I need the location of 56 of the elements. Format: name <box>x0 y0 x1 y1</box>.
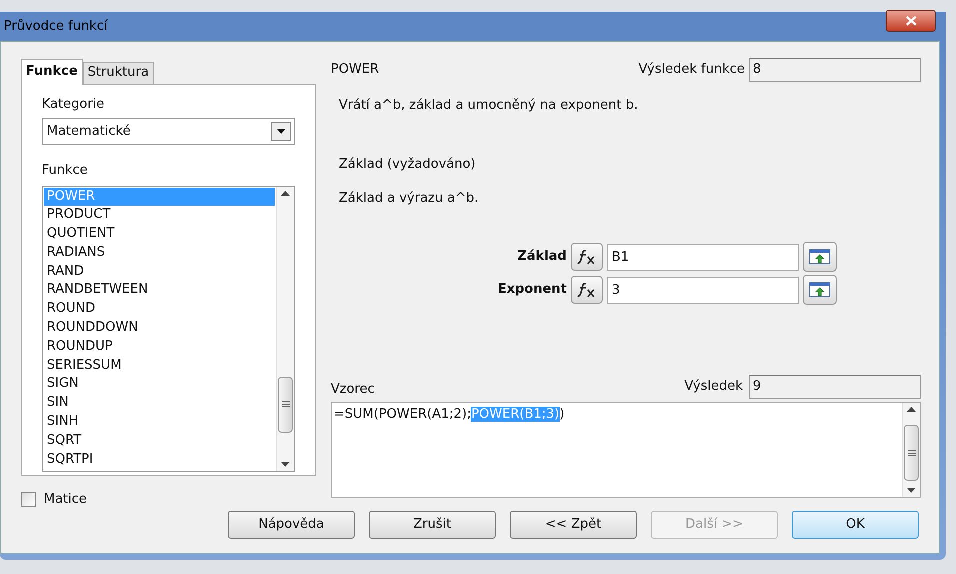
function-name: POWER <box>331 60 380 79</box>
function-wizard-button[interactable] <box>571 276 603 304</box>
close-icon <box>906 16 916 26</box>
result-label: Výsledek <box>684 378 743 396</box>
function-result-field: 8 <box>749 58 921 82</box>
scrollbar[interactable] <box>902 403 920 497</box>
dialog-button[interactable]: OK <box>792 511 919 539</box>
fx-icon <box>577 282 597 298</box>
function-item[interactable]: QUOTIENT <box>44 225 275 244</box>
dialog-button[interactable]: Zrušit <box>369 511 496 539</box>
fx-icon <box>577 249 597 265</box>
scroll-thumb[interactable] <box>904 425 919 481</box>
function-item[interactable]: SIGN <box>44 375 275 394</box>
scrollbar[interactable] <box>276 186 294 470</box>
shrink-button[interactable] <box>803 275 837 305</box>
scroll-up-icon[interactable] <box>907 407 916 412</box>
formula-label: Vzorec <box>331 380 375 398</box>
function-description: Vrátí a^b, základ a umocněný na exponent b. <box>339 96 640 114</box>
argument-title: Základ (vyžadováno) <box>339 156 477 174</box>
tab[interactable]: Struktura <box>82 62 154 84</box>
argument-label: Základ <box>516 248 567 266</box>
close-button[interactable] <box>886 10 936 32</box>
scroll-down-icon[interactable] <box>281 462 290 466</box>
argument-label: Exponent <box>496 281 567 300</box>
result-field: 9 <box>749 375 921 399</box>
function-item[interactable]: RADIANS <box>44 244 275 263</box>
argument-field[interactable]: 3 <box>607 276 799 304</box>
category-label: Kategorie <box>42 96 106 114</box>
function-item[interactable]: ROUNDUP <box>44 338 275 357</box>
function-result-label: Výsledek funkce <box>638 60 745 79</box>
function-item[interactable]: ROUNDDOWN <box>44 319 275 338</box>
function-item[interactable]: SERIESSUM <box>44 356 275 376</box>
window-title: Průvodce funkcí <box>4 18 108 36</box>
function-wizard-button[interactable] <box>571 243 603 271</box>
formula-field[interactable]: =SUM(POWER(A1;2);POWER(B1;3)) <box>331 402 921 498</box>
dialog-button[interactable]: << Zpět <box>510 511 637 539</box>
function-item[interactable]: SQRTPI <box>44 450 275 470</box>
function-item[interactable]: ROUND <box>44 300 275 320</box>
function-item[interactable]: PRODUCT <box>44 206 275 226</box>
function-item[interactable]: RANDBETWEEN <box>44 281 275 300</box>
tab[interactable]: Funkce <box>21 58 83 84</box>
shrink-button[interactable] <box>803 242 837 272</box>
function-item[interactable]: RAND <box>44 262 275 282</box>
functions-label: Funkce <box>42 162 89 180</box>
argument-description: Základ a výrazu a^b. <box>339 190 480 208</box>
function-item[interactable]: SINH <box>44 413 275 432</box>
function-item[interactable]: SIN <box>44 394 275 414</box>
dialog-button[interactable]: Nápověda <box>228 511 355 539</box>
argument-field[interactable]: B1 <box>607 244 799 270</box>
matrix-checkbox[interactable] <box>21 492 36 507</box>
scroll-thumb[interactable] <box>278 376 293 432</box>
function-item[interactable]: SQRT <box>44 432 275 451</box>
category-dropdown[interactable]: Matematické <box>42 118 295 145</box>
matrix-label: Matice <box>44 490 88 508</box>
scroll-up-icon[interactable] <box>281 190 290 196</box>
scroll-down-icon[interactable] <box>907 488 916 493</box>
